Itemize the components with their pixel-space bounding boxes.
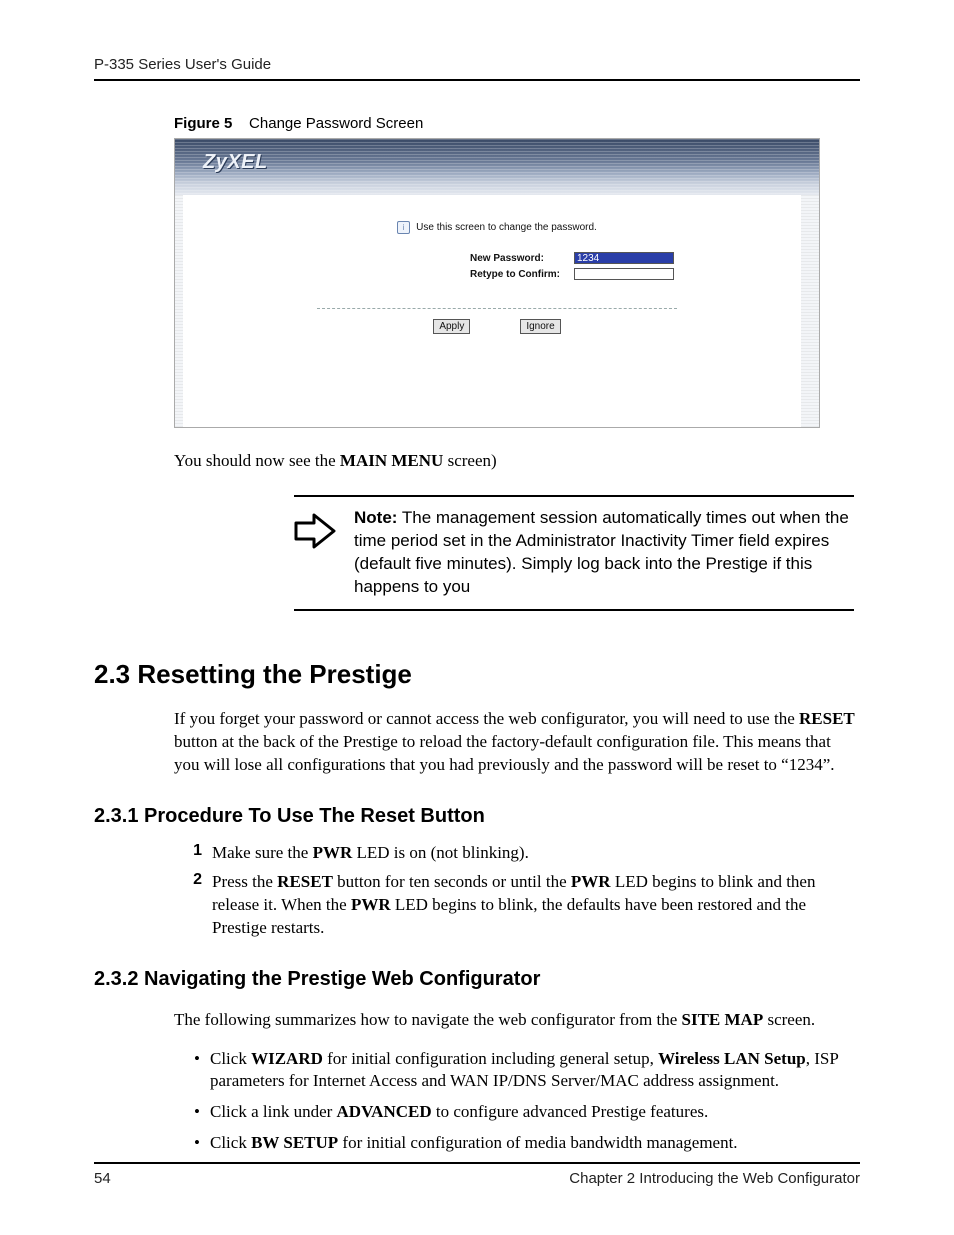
page-footer: 54 Chapter 2 Introducing the Web Configu… [94,1162,860,1187]
info-line: i Use this screen to change the password… [203,221,791,234]
list-item: Click BW SETUP for initial configuration… [190,1132,860,1155]
figure-caption: Figure 5 Change Password Screen [174,115,860,132]
info-text: Use this screen to change the password. [416,222,597,233]
new-password-label: New Password: [470,253,570,264]
item-number: 2 [184,871,202,940]
heading-2-3-2: 2.3.2 Navigating the Prestige Web Config… [94,968,860,991]
figure-title: Change Password Screen [249,115,423,132]
footer-rule [94,1162,860,1164]
note-block: Note: The management session automatical… [294,495,854,611]
page-number: 54 [94,1170,111,1187]
ignore-button[interactable]: Ignore [520,319,560,334]
list-item: 2 Press the RESET button for ten seconds… [184,871,860,940]
retype-label: Retype to Confirm: [470,269,570,280]
after-figure-text: You should now see the MAIN MENU screen) [174,450,860,471]
screenshot-body: i Use this screen to change the password… [175,195,819,427]
chapter-footer: Chapter 2 Introducing the Web Configurat… [569,1170,860,1187]
retype-row: Retype to Confirm: [353,268,791,280]
info-icon: i [397,221,410,234]
new-password-input[interactable]: 1234 [574,252,674,264]
heading-2-3-1: 2.3.1 Procedure To Use The Reset Button [94,805,860,828]
retype-input[interactable] [574,268,674,280]
note-text: Note: The management session automatical… [354,507,854,599]
list-item: 1 Make sure the PWR LED is on (not blink… [184,842,860,865]
note-bottom-rule [294,609,854,611]
item-number: 1 [184,842,202,865]
figure-label: Figure 5 [174,115,232,132]
brand-logo: ZyXEL [203,151,268,174]
list-item: Click a link under ADVANCED to configure… [190,1101,860,1124]
button-row: Apply Ignore [203,319,791,334]
list-item: Click WIZARD for initial configuration i… [190,1048,860,1094]
reset-procedure-list: 1 Make sure the PWR LED is on (not blink… [184,842,860,940]
separator [317,308,677,309]
arrow-right-icon [294,511,336,556]
running-head: P-335 Series User's Guide [94,56,860,73]
new-password-row: New Password: 1234 [353,252,791,264]
header-rule [94,79,860,81]
change-password-screenshot: ZyXEL i Use this screen to change the pa… [174,138,820,428]
nav-bullet-list: Click WIZARD for initial configuration i… [190,1048,860,1156]
para-2-3: If you forget your password or cannot ac… [174,708,860,777]
apply-button[interactable]: Apply [433,319,470,334]
heading-2-3: 2.3 Resetting the Prestige [94,659,860,690]
para-2-3-2-intro: The following summarizes how to navigate… [174,1009,860,1032]
banner: ZyXEL [175,139,819,195]
